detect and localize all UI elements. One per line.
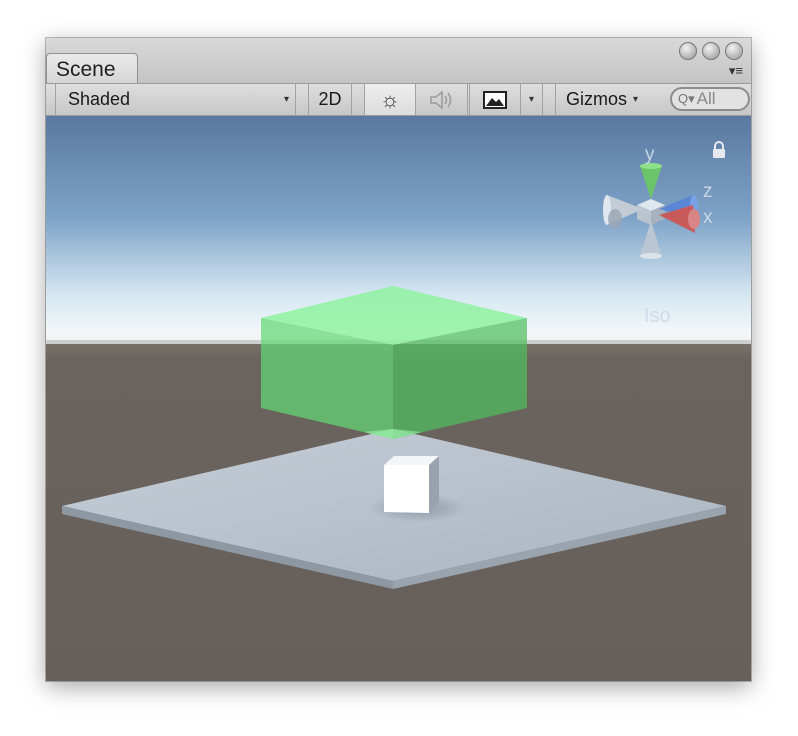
draw-mode-label: Shaded xyxy=(68,89,131,109)
scene-window: Scene ▾≡ Shaded ▾ 2D ☼ ▾ Gizmos ▾ Q▾ All… xyxy=(46,38,751,681)
minimize-button[interactable] xyxy=(702,42,720,60)
scene-toolbar: Shaded ▾ 2D ☼ ▾ Gizmos ▾ Q▾ All xyxy=(46,83,751,116)
panel-menu-icon[interactable]: ▾≡ xyxy=(717,64,743,78)
sun-icon: ☼ xyxy=(379,86,401,112)
maximize-button[interactable] xyxy=(725,42,743,60)
lock-icon[interactable] xyxy=(711,141,727,159)
gizmos-label: Gizmos xyxy=(566,89,628,109)
image-icon xyxy=(483,90,507,109)
projection-toggle[interactable]: Iso xyxy=(644,305,671,328)
gizmo-neg-z-axis[interactable] xyxy=(608,209,622,229)
draw-mode-dropdown[interactable]: Shaded ▾ xyxy=(55,84,296,115)
gizmo-z-label: z xyxy=(703,181,713,202)
audio-toggle-button[interactable] xyxy=(416,84,468,115)
chevron-down-icon: ▾ xyxy=(283,94,289,105)
toggle-2d-button[interactable]: 2D xyxy=(308,84,352,115)
gizmos-dropdown[interactable]: Gizmos ▾ xyxy=(555,84,652,115)
window-controls xyxy=(679,42,743,60)
gizmo-x-label: x xyxy=(703,207,713,228)
trigger-box[interactable] xyxy=(261,286,527,439)
search-icon: Q▾ xyxy=(678,91,695,106)
search-field[interactable]: Q▾ All xyxy=(670,87,750,111)
gizmo-y-label: y xyxy=(645,144,655,165)
lighting-toggle-button[interactable]: ☼ xyxy=(364,84,416,115)
tab-scene[interactable]: Scene xyxy=(46,53,138,83)
cube-object[interactable] xyxy=(384,456,439,513)
scene-canvas[interactable]: y z x xyxy=(46,116,751,681)
effects-toggle-button[interactable] xyxy=(469,84,521,115)
search-input-value[interactable]: All xyxy=(697,89,716,109)
title-bar: Scene ▾≡ xyxy=(46,38,751,83)
effects-dropdown[interactable]: ▾ xyxy=(521,84,543,115)
speaker-icon xyxy=(429,89,451,110)
chevron-down-icon: ▾ xyxy=(633,94,639,105)
chevron-down-icon: ▾ xyxy=(528,94,535,105)
scene-viewport[interactable]: y z x Iso xyxy=(46,116,751,681)
close-button[interactable] xyxy=(679,42,697,60)
